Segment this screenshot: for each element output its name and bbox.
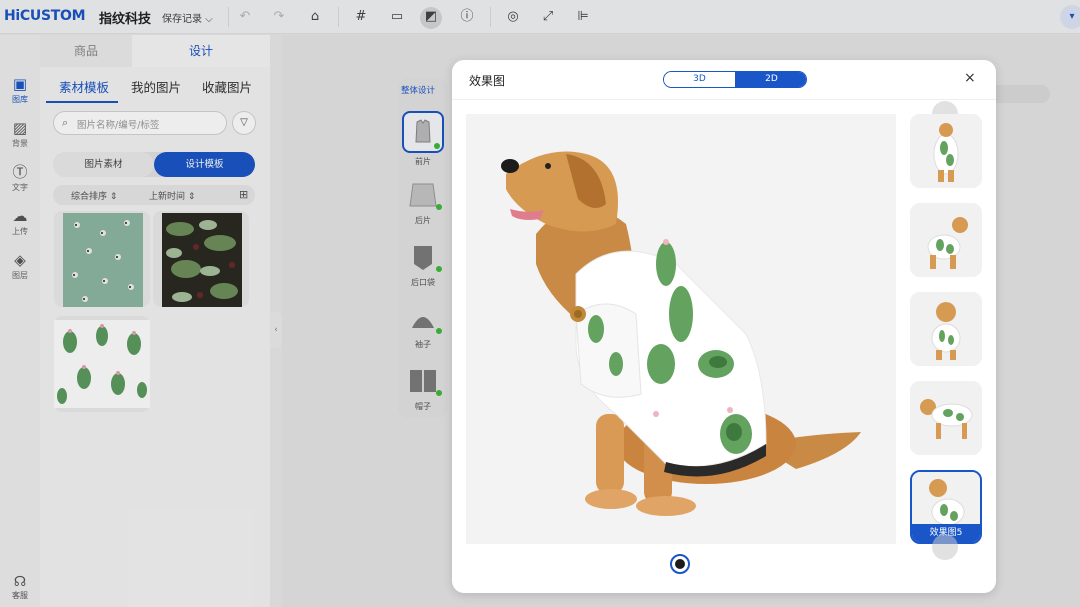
dog-thumbnail	[910, 203, 982, 277]
carousel-indicator[interactable]	[670, 554, 690, 574]
preview-modal: 效果图 3D 2D × 效果图5	[452, 60, 996, 593]
modal-title: 效果图	[469, 74, 506, 88]
effect-thumbnail-2[interactable]	[910, 203, 982, 277]
main-preview-image	[466, 114, 896, 544]
dog-thumbnail	[910, 292, 982, 366]
effect-thumbnail-4[interactable]	[910, 381, 982, 455]
indicator-dot	[675, 559, 685, 569]
toggle-2d[interactable]: 2D	[735, 72, 806, 87]
dog-thumbnail	[910, 114, 982, 188]
dog-thumbnail	[912, 472, 980, 526]
modal-divider	[452, 99, 996, 100]
effect-thumbnail-1[interactable]	[910, 114, 982, 188]
dimension-toggle: 3D 2D	[663, 71, 807, 88]
effect-thumbnail-3[interactable]	[910, 292, 982, 366]
dog-in-cactus-shirt-illustration	[466, 114, 896, 544]
scroll-down-button[interactable]	[932, 534, 958, 560]
toggle-3d[interactable]: 3D	[664, 72, 735, 87]
close-icon[interactable]: ×	[964, 70, 976, 86]
effect-thumbnail-5[interactable]: 效果图5	[910, 470, 982, 544]
dog-thumbnail	[910, 381, 982, 455]
